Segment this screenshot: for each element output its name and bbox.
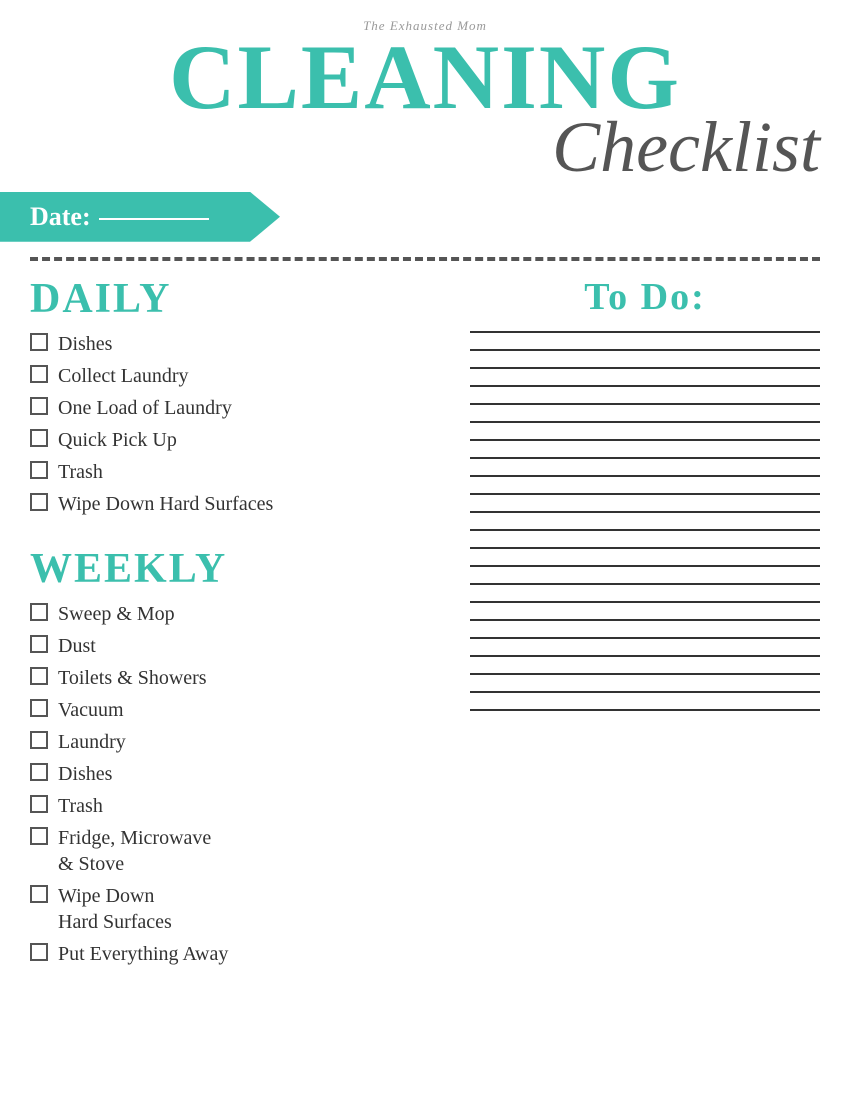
checkbox[interactable] [30,603,48,621]
list-item: Toilets & Showers [30,665,430,691]
todo-line[interactable] [470,367,820,369]
todo-line[interactable] [470,583,820,585]
list-item: Collect Laundry [30,363,430,389]
todo-line[interactable] [470,673,820,675]
checkbox[interactable] [30,461,48,479]
list-item: One Load of Laundry [30,395,430,421]
list-item: Quick Pick Up [30,427,430,453]
todo-line[interactable] [470,403,820,405]
checkbox[interactable] [30,943,48,961]
todo-line[interactable] [470,601,820,603]
item-label: Wipe DownHard Surfaces [58,883,172,935]
todo-line[interactable] [470,709,820,711]
list-item: Laundry [30,729,430,755]
checkbox[interactable] [30,763,48,781]
todo-line[interactable] [470,547,820,549]
todo-line[interactable] [470,457,820,459]
list-item: Dishes [30,761,430,787]
item-label: Dust [58,633,96,659]
todo-line[interactable] [470,619,820,621]
item-label: Toilets & Showers [58,665,207,691]
date-label: Date: [30,202,91,232]
list-item: Trash [30,793,430,819]
todo-line[interactable] [470,529,820,531]
list-item: Dishes [30,331,430,357]
list-item: Wipe DownHard Surfaces [30,883,430,935]
checkbox[interactable] [30,365,48,383]
columns: Daily Dishes Collect Laundry One Load of… [0,261,850,973]
item-label: Sweep & Mop [58,601,175,627]
todo-line[interactable] [470,511,820,513]
checkbox[interactable] [30,731,48,749]
todo-line[interactable] [470,691,820,693]
item-label: Dishes [58,761,112,787]
list-item: Put Everything Away [30,941,430,967]
item-label: Trash [58,459,103,485]
item-label: Collect Laundry [58,363,189,389]
todo-line[interactable] [470,637,820,639]
list-item: Wipe Down Hard Surfaces [30,491,430,517]
todo-line[interactable] [470,385,820,387]
checkbox[interactable] [30,333,48,351]
todo-line[interactable] [470,565,820,567]
todo-line[interactable] [470,493,820,495]
checkbox[interactable] [30,827,48,845]
todo-line[interactable] [470,421,820,423]
daily-heading: Daily [30,275,430,323]
checkbox[interactable] [30,699,48,717]
page: The Exhausted Mom Cleaning Checklist Dat… [0,0,850,1100]
checkbox[interactable] [30,635,48,653]
todo-line[interactable] [470,331,820,333]
todo-line[interactable] [470,655,820,657]
checkbox[interactable] [30,493,48,511]
date-line[interactable] [99,218,209,220]
right-column: To Do: [450,271,820,973]
item-label: Wipe Down Hard Surfaces [58,491,273,517]
header: The Exhausted Mom Cleaning Checklist [0,0,850,183]
item-label: Dishes [58,331,112,357]
cleaning-title: Cleaning [169,36,681,119]
left-column: Daily Dishes Collect Laundry One Load of… [30,271,450,973]
list-item: Sweep & Mop [30,601,430,627]
checkbox[interactable] [30,429,48,447]
checkbox[interactable] [30,667,48,685]
list-item: Dust [30,633,430,659]
item-label: Fridge, Microwave& Stove [58,825,211,877]
date-banner: Date: [0,192,280,242]
item-label: Trash [58,793,103,819]
list-item: Vacuum [30,697,430,723]
item-label: One Load of Laundry [58,395,232,421]
checkbox[interactable] [30,397,48,415]
todo-line[interactable] [470,475,820,477]
todo-heading: To Do: [470,275,820,319]
todo-line[interactable] [470,439,820,441]
item-label: Put Everything Away [58,941,228,967]
item-label: Quick Pick Up [58,427,177,453]
weekly-heading: Weekly [30,545,430,593]
title-row: Cleaning [0,36,850,119]
checkbox[interactable] [30,795,48,813]
item-label: Vacuum [58,697,124,723]
list-item: Fridge, Microwave& Stove [30,825,430,877]
checkbox[interactable] [30,885,48,903]
todo-line[interactable] [470,349,820,351]
date-banner-wrapper: Date: [0,191,850,243]
item-label: Laundry [58,729,126,755]
list-item: Trash [30,459,430,485]
